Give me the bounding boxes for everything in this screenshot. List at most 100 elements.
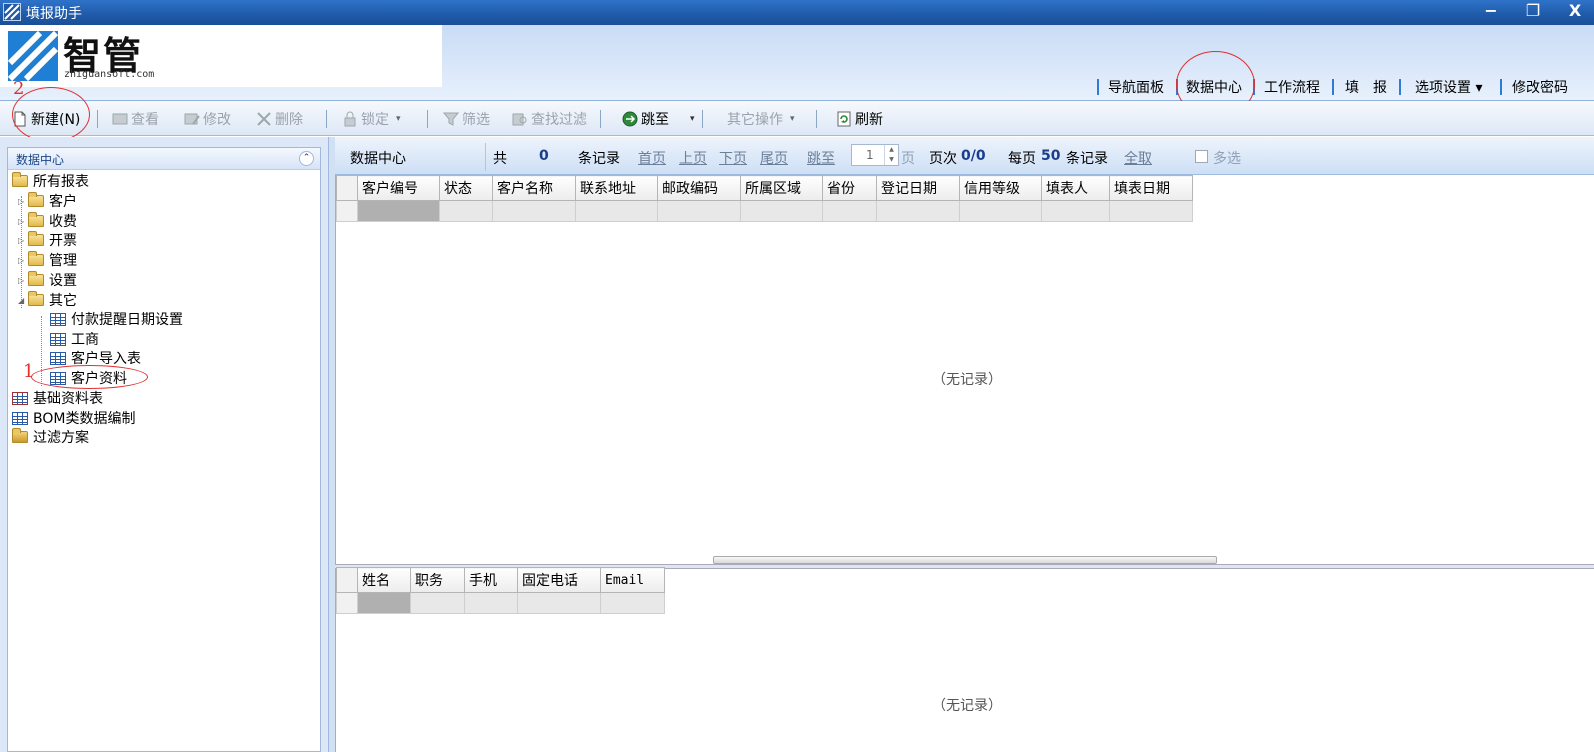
column-header[interactable]: Email	[600, 567, 665, 593]
tree-item-customers[interactable]: ▷ 客户	[18, 191, 77, 211]
table-cell[interactable]	[439, 200, 493, 222]
jump-button-label: 跳至	[641, 112, 669, 128]
table-cell[interactable]	[410, 592, 465, 614]
table-cell[interactable]	[575, 200, 658, 222]
tree-item-other[interactable]: ◢ 其它	[18, 290, 77, 310]
table-cell[interactable]	[600, 592, 665, 614]
close-button[interactable]: X	[1554, 0, 1594, 24]
nav-fill-report[interactable]: 填 报	[1345, 77, 1387, 97]
refresh-icon	[837, 111, 851, 127]
tree-item-bom[interactable]: BOM类数据编制	[12, 408, 135, 428]
row-selector[interactable]	[336, 592, 358, 614]
page-number-value: 1	[866, 148, 874, 162]
expand-icon[interactable]: ▷	[18, 217, 28, 226]
find-filter-button[interactable]: 查找过滤	[512, 109, 587, 129]
column-header[interactable]: 所属区域	[740, 175, 823, 201]
filter-button[interactable]: 筛选	[443, 109, 490, 129]
column-header[interactable]: 客户编号	[357, 175, 440, 201]
view-button[interactable]: 查看	[112, 109, 159, 129]
column-header[interactable]: 省份	[822, 175, 877, 201]
tree-item-invoice[interactable]: ▷ 开票	[18, 230, 77, 250]
select-all-link[interactable]: 全取	[1124, 148, 1152, 168]
toolbar-separator	[326, 110, 327, 128]
per-page-value: 50	[1041, 148, 1061, 164]
column-header[interactable]: 登记日期	[876, 175, 960, 201]
row-selector[interactable]	[336, 200, 358, 222]
chevron-down-icon: ▾	[396, 114, 401, 124]
column-header[interactable]: 信用等级	[959, 175, 1042, 201]
data-center-label: 数据中心	[350, 151, 406, 167]
maximize-button[interactable]: ❐	[1512, 0, 1554, 24]
column-header[interactable]: 手机	[464, 567, 518, 593]
tree-item-payment-reminder[interactable]: 付款提醒日期设置	[50, 309, 183, 329]
last-page-link[interactable]: 尾页	[760, 148, 788, 168]
other-operations-button[interactable]: 其它操作 ▾	[727, 109, 795, 129]
table-cell[interactable]	[1109, 200, 1193, 222]
tree-container: 数据中心 ⌃ 所有报表 ▷ 客户 ▷ 收费 ▷ 开票 ▷ 管理 ▷ 设置 ◢ 其…	[7, 147, 321, 752]
table-cell[interactable]	[1041, 200, 1110, 222]
pager-separator	[485, 143, 486, 171]
tree-item-filter-scheme[interactable]: 过滤方案	[12, 427, 89, 447]
nav-change-password[interactable]: 修改密码	[1512, 77, 1568, 97]
lock-button[interactable]: 锁定 ▾	[342, 109, 401, 129]
column-header[interactable]: 填表人	[1041, 175, 1110, 201]
grid-header-row: 姓名 职务 手机 固定电话 Email	[336, 567, 665, 593]
delete-button[interactable]: 删除	[256, 109, 303, 129]
jump-button[interactable]: 跳至 ▾	[622, 109, 695, 129]
table-cell[interactable]	[740, 200, 823, 222]
expand-icon[interactable]: ▷	[18, 276, 28, 285]
tree-item-management[interactable]: ▷ 管理	[18, 250, 77, 270]
edit-icon	[184, 113, 200, 125]
empty-state-text: （无记录）	[932, 372, 1002, 388]
nav-options[interactable]: 选项设置 ▾	[1415, 77, 1482, 97]
table-cell[interactable]	[464, 592, 518, 614]
goto-link[interactable]: 跳至	[807, 148, 835, 168]
horizontal-scrollbar[interactable]	[713, 556, 1217, 564]
column-header[interactable]: 邮政编码	[657, 175, 741, 201]
table-row[interactable]	[336, 592, 665, 614]
filter-icon	[443, 112, 459, 126]
nav-dashboard[interactable]: 导航面板	[1108, 77, 1164, 97]
expand-icon[interactable]: ▷	[18, 256, 28, 265]
table-cell[interactable]	[492, 200, 576, 222]
collapse-icon[interactable]: ⌃	[299, 151, 314, 166]
column-header[interactable]: 联系地址	[575, 175, 658, 201]
prev-page-link[interactable]: 上页	[679, 148, 707, 168]
table-cell[interactable]	[517, 592, 601, 614]
column-header[interactable]: 姓名	[357, 567, 411, 593]
tree-item-settings[interactable]: ▷ 设置	[18, 270, 77, 290]
toolbar-separator	[97, 110, 98, 128]
nav-workflow[interactable]: 工作流程	[1264, 77, 1320, 97]
table-cell[interactable]	[959, 200, 1042, 222]
tree-item-fees[interactable]: ▷ 收费	[18, 211, 77, 231]
collapse-tree-icon[interactable]: ◢	[18, 296, 28, 305]
tree-item-basic-data[interactable]: 基础资料表	[12, 388, 103, 408]
column-header[interactable]: 填表日期	[1109, 175, 1193, 201]
expand-icon[interactable]: ▷	[18, 197, 28, 206]
edit-button[interactable]: 修改	[184, 109, 231, 129]
page-number-stepper[interactable]: 1 ▲ ▼	[851, 144, 899, 166]
next-page-link[interactable]: 下页	[719, 148, 747, 168]
table-row[interactable]	[336, 200, 1193, 222]
total-count: 0	[539, 148, 549, 164]
first-page-link[interactable]: 首页	[638, 148, 666, 168]
expand-icon[interactable]: ▷	[18, 236, 28, 245]
table-cell[interactable]	[876, 200, 960, 222]
tree-item-label: 其它	[49, 293, 77, 309]
view-icon	[112, 113, 128, 125]
table-cell[interactable]	[357, 592, 411, 614]
table-cell[interactable]	[357, 200, 440, 222]
multi-select-checkbox[interactable]	[1195, 150, 1208, 163]
toolbar: 新建(N) 查看 修改 删除 锁定 ▾ 筛选 查找过滤 跳至 ▾ 其它操作 ▾	[0, 87, 1594, 142]
spinner-arrows-icon[interactable]: ▲ ▼	[884, 145, 898, 165]
table-cell[interactable]	[822, 200, 877, 222]
column-header[interactable]: 职务	[410, 567, 465, 593]
column-header[interactable]: 客户名称	[492, 175, 576, 201]
minimize-button[interactable]: −	[1470, 0, 1512, 24]
refresh-button[interactable]: 刷新	[836, 109, 883, 129]
table-cell[interactable]	[657, 200, 741, 222]
column-header[interactable]: 状态	[439, 175, 493, 201]
tree-item-all-reports[interactable]: 所有报表	[12, 171, 89, 191]
column-header[interactable]: 固定电话	[517, 567, 601, 593]
tree-item-business[interactable]: 工商	[50, 329, 99, 349]
